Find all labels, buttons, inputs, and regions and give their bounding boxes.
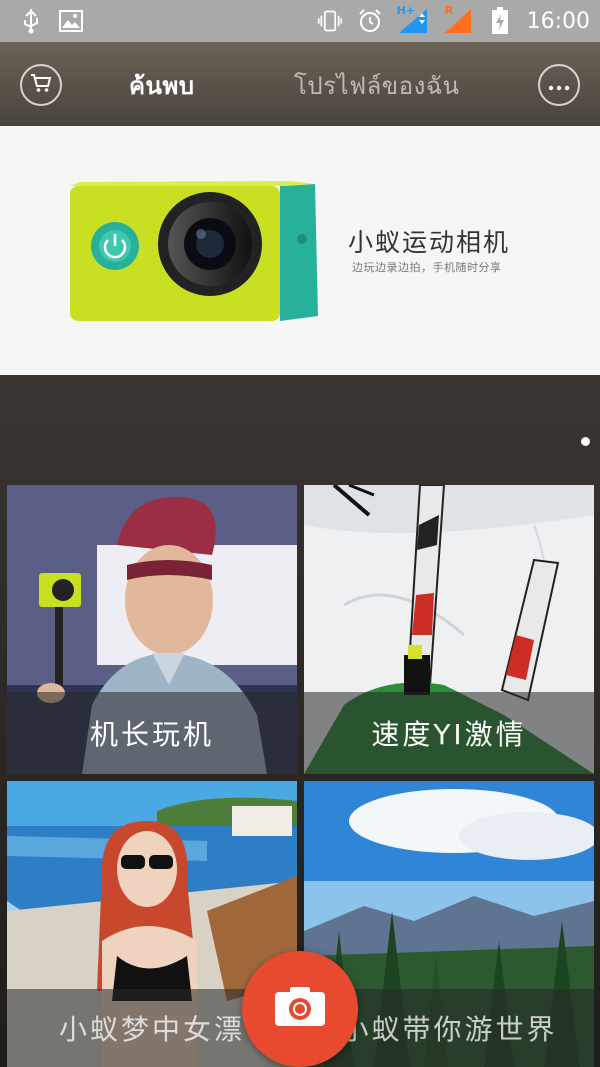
banner-subtitle: 边玩边录边拍，手机随时分享: [352, 261, 502, 274]
roaming-label: R: [444, 4, 454, 17]
tile-caption: 速度YI激情: [304, 692, 594, 774]
carousel-indicator-dot: [581, 437, 590, 446]
network-label: H+: [396, 4, 416, 17]
tile-caption: 机长玩机: [7, 692, 297, 774]
action-camera-image: [70, 181, 318, 321]
status-bar: H+ R 16:00: [0, 0, 600, 42]
record-camera-button[interactable]: [242, 951, 358, 1067]
more-button[interactable]: [538, 64, 580, 106]
status-time: 16:00: [526, 8, 590, 34]
video-tile[interactable]: 速度YI激情: [304, 485, 594, 774]
vibrate-icon: [317, 8, 343, 34]
usb-icon: [18, 8, 44, 34]
cart-button[interactable]: [20, 64, 62, 106]
cart-icon: [30, 73, 52, 97]
tab-my-profile[interactable]: โปรไฟล์ของฉัน: [294, 66, 460, 105]
image-icon: [58, 8, 84, 34]
camera-icon: [274, 987, 326, 1031]
alarm-icon: [357, 8, 383, 34]
roaming-signal-icon: R: [443, 4, 473, 34]
promo-banner[interactable]: 小蚁运动相机 边玩边录边拍，手机随时分享: [0, 126, 600, 375]
battery-charging-icon: [487, 7, 513, 34]
video-tile[interactable]: 机长玩机: [7, 485, 297, 774]
app-header: ค้นพบ โปรไฟล์ของฉัน: [0, 42, 600, 126]
signal-hplus-icon: H+: [397, 4, 429, 34]
tab-discover[interactable]: ค้นพบ: [129, 66, 195, 105]
banner-title: 小蚁运动相机: [348, 228, 511, 257]
more-icon: [548, 76, 570, 95]
